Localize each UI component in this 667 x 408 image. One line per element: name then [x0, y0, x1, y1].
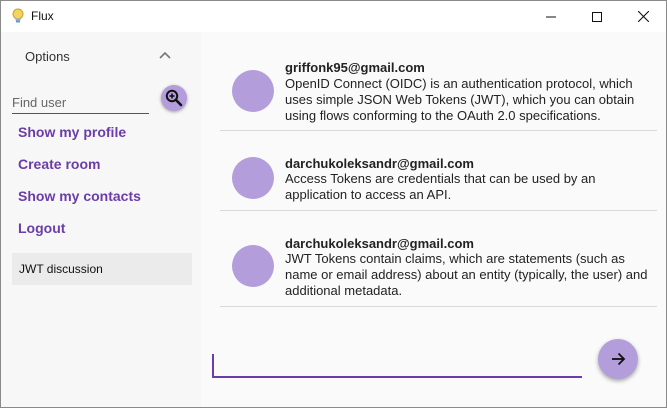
- message-author: darchukoleksandr@gmail.com: [285, 156, 474, 171]
- title-bar: Flux: [1, 1, 666, 32]
- message-text: OpenID Connect (OIDC) is an authenticati…: [285, 76, 635, 123]
- chat-area: griffonk95@gmail.com OpenID Connect (OID…: [201, 32, 666, 407]
- close-button[interactable]: [620, 1, 666, 32]
- avatar: [232, 245, 274, 287]
- find-user-input[interactable]: [12, 92, 149, 114]
- message-item: griffonk95@gmail.com OpenID Connect (OID…: [220, 52, 657, 131]
- message-author: griffonk95@gmail.com: [285, 60, 425, 75]
- message-text: Access Tokens are credentials that can b…: [285, 171, 596, 202]
- message-text: JWT Tokens contain claims, which are sta…: [285, 251, 648, 298]
- message-input[interactable]: [212, 354, 582, 378]
- chevron-up-icon[interactable]: [159, 51, 171, 59]
- show-profile-link[interactable]: Show my profile: [18, 124, 126, 140]
- send-button[interactable]: [598, 339, 638, 379]
- avatar: [232, 70, 274, 112]
- zoom-in-icon: [165, 89, 183, 107]
- minimize-icon: [546, 16, 556, 17]
- logout-link[interactable]: Logout: [18, 220, 65, 236]
- close-icon: [637, 11, 649, 22]
- avatar: [232, 157, 274, 199]
- message-author: darchukoleksandr@gmail.com: [285, 236, 474, 251]
- room-item-label: JWT discussion: [19, 262, 103, 276]
- message-item: darchukoleksandr@gmail.com JWT Tokens co…: [220, 211, 657, 307]
- minimize-button[interactable]: [528, 1, 574, 32]
- maximize-icon: [592, 11, 602, 22]
- arrow-right-icon: [612, 352, 626, 366]
- maximize-button[interactable]: [574, 1, 620, 32]
- search-user-button[interactable]: [161, 85, 187, 111]
- window-title: Flux: [31, 9, 54, 23]
- options-header[interactable]: Options: [25, 49, 70, 64]
- sidebar: Options Show my profile Create room Show…: [1, 32, 201, 407]
- show-contacts-link[interactable]: Show my contacts: [18, 188, 141, 204]
- create-room-link[interactable]: Create room: [18, 156, 100, 172]
- app-window: Flux Options Find user Show my profile C…: [0, 0, 667, 408]
- message-item: darchukoleksandr@gmail.com Access Tokens…: [220, 131, 657, 211]
- lightbulb-icon: [12, 8, 24, 23]
- room-item[interactable]: JWT discussion: [12, 253, 192, 285]
